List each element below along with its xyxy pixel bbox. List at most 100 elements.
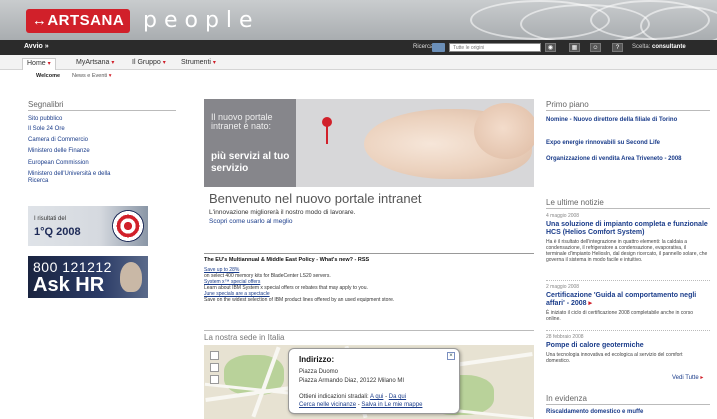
welcome-subtitle: L'innovazione migliorerà il nostro modo … xyxy=(209,209,356,216)
banner-phone: 800 121212 xyxy=(33,259,112,275)
news-body: Ha è il risultato dell'integrazione in q… xyxy=(546,239,708,263)
user-icon[interactable]: ☺ xyxy=(590,43,601,52)
news-date: 28 febbraio 2008 xyxy=(546,334,584,340)
bookmarks-title: Segnalibri xyxy=(28,100,64,109)
key-icon xyxy=(322,117,332,147)
view-all-label: Vedi Tutte xyxy=(672,375,699,381)
divider xyxy=(546,110,710,111)
grid-icon[interactable]: ▦ xyxy=(569,43,580,52)
view-all-link[interactable]: Vedi Tutte ▸ xyxy=(672,374,703,381)
tab-home[interactable]: Home ▾ xyxy=(22,58,56,70)
tab-label: Il Gruppo xyxy=(132,59,161,66)
latest-news-title: Le ultime notizie xyxy=(546,198,604,207)
top-toolbar: Avvio » Ricerca ◉ ▦ ☺ ? Scelta: consulta… xyxy=(0,40,717,55)
news-date: 4 maggio 2008 xyxy=(546,213,580,219)
hero-tagline: più servizi al tuo servizio xyxy=(211,151,290,174)
bookmark-link[interactable]: European Commission xyxy=(28,160,89,166)
chevron-down-icon: ▾ xyxy=(162,60,166,66)
divider xyxy=(546,404,710,405)
search-scope-icon[interactable] xyxy=(432,43,445,52)
hero-overlay: Il nuovo portale intranet è nato: più se… xyxy=(204,99,296,187)
news-headline[interactable]: Una soluzione di impianto completa e fun… xyxy=(546,221,710,237)
rss-feed-title[interactable]: The EU's Multiannual & Middle East Polic… xyxy=(204,257,369,263)
divider xyxy=(546,280,710,281)
artsana-logo[interactable]: ↔ARTSANA xyxy=(26,9,130,33)
save-to-maps-link[interactable]: Salva in Le mie mappe xyxy=(361,402,422,408)
theme-value: consultante xyxy=(652,44,686,50)
theme-selector[interactable]: Scelta: consultante xyxy=(632,44,686,50)
search-input[interactable] xyxy=(449,43,541,52)
bookmark-link[interactable]: Ministero dell'Università e della xyxy=(28,171,111,177)
site-header: ↔ARTSANA people xyxy=(0,0,717,40)
bookmark-link[interactable]: Camera di Commercio xyxy=(28,137,88,143)
separator: - xyxy=(385,394,388,400)
bookmark-link[interactable]: Sito pubblico xyxy=(28,116,62,122)
main-nav: Home ▾ MyArtsana ▾ Il Gruppo ▾ Strumenti… xyxy=(0,55,717,70)
ask-hr-banner[interactable]: 800 121212 Ask HR xyxy=(28,256,148,298)
baby-head-image xyxy=(474,103,534,159)
news-headline[interactable]: Pompe di calore geotermiche xyxy=(546,342,710,350)
bookmark-link[interactable]: Ministero delle Finanze xyxy=(28,148,90,154)
avvio-menu[interactable]: Avvio » xyxy=(24,43,49,50)
banner-line: I risultati del xyxy=(34,216,67,222)
sub-nav: Welcome News e Eventi ▾ xyxy=(0,71,717,83)
hero-banner[interactable]: Il nuovo portale intranet è nato: più se… xyxy=(204,99,534,187)
divider xyxy=(28,110,176,111)
chevron-down-icon: ▾ xyxy=(47,61,51,67)
search-nearby-link[interactable]: Cerca nelle vicinanze xyxy=(299,402,356,408)
tab-label: MyArtsana xyxy=(76,59,110,66)
divider xyxy=(204,253,534,254)
bookmark-link-cont[interactable]: Ricerca xyxy=(28,178,48,184)
banner-line: 1°Q 2008 xyxy=(34,226,81,238)
zoom-out-icon[interactable] xyxy=(210,375,219,384)
map-pan-icon[interactable] xyxy=(210,351,219,360)
zoom-in-icon[interactable] xyxy=(210,363,219,372)
rss-item-text: Save on the widest selection of IBM prod… xyxy=(204,297,395,303)
news-body: Una tecnologia innovativa ed ecologica a… xyxy=(546,352,683,364)
directions-to-link[interactable]: A qui xyxy=(370,394,383,400)
map-actions-row: Cerca nelle vicinanze - Salva in Le mie … xyxy=(299,402,422,408)
bookmark-link[interactable]: Il Sole 24 Ore xyxy=(28,126,65,132)
primo-piano-item[interactable]: Organizzazione di vendita Area Triveneto… xyxy=(546,155,710,163)
primo-piano-title: Primo piano xyxy=(546,100,589,109)
divider xyxy=(546,208,710,209)
chevron-down-icon: ▾ xyxy=(111,60,115,66)
in-evidenza-item[interactable]: Riscaldamento domestico e muffe xyxy=(546,408,710,416)
tab-il-gruppo[interactable]: Il Gruppo ▾ xyxy=(128,58,170,70)
tab-strumenti[interactable]: Strumenti ▾ xyxy=(177,58,220,70)
brand-word-people: people xyxy=(143,8,260,33)
popup-title: Indirizzo: xyxy=(299,355,335,364)
close-icon[interactable]: × xyxy=(447,352,455,360)
directions-row: Ottieni indicazioni stradali: A qui - Da… xyxy=(299,394,406,400)
help-icon[interactable]: ? xyxy=(612,43,623,52)
news-headline[interactable]: Certificazione 'Guida al comportamento n… xyxy=(546,292,710,308)
news-date: 2 maggio 2008 xyxy=(546,284,580,290)
welcome-title: Benvenuto nel nuovo portale intranet xyxy=(209,191,422,206)
banner-title: Ask HR xyxy=(33,274,105,296)
tab-label: Strumenti xyxy=(181,59,211,66)
subtab-label: News e Eventi xyxy=(72,73,108,79)
news-body: È iniziato il ciclo di certificazione 20… xyxy=(546,310,694,322)
primo-piano-item[interactable]: Expo energie rinnovabili su Second Life xyxy=(546,139,710,147)
welcome-link[interactable]: Scopri come usarlo al meglio xyxy=(209,218,292,225)
target-icon xyxy=(112,210,144,242)
tab-myartsana[interactable]: MyArtsana ▾ xyxy=(72,58,118,70)
chevron-down-icon: ▾ xyxy=(108,73,112,79)
directions-from-link[interactable]: Da qui xyxy=(389,394,406,400)
search-label: Ricerca xyxy=(413,44,434,50)
directions-label: Ottieni indicazioni stradali: xyxy=(299,394,369,400)
address-line: Piazza Armando Diaz, 20122 Milano MI xyxy=(299,378,405,384)
hero-line: Il nuovo portale intranet è nato: xyxy=(211,112,273,131)
search-icon[interactable]: ◉ xyxy=(545,43,556,52)
subtab-welcome[interactable]: Welcome xyxy=(36,73,60,79)
tab-label: Home xyxy=(27,60,46,67)
divider xyxy=(546,330,710,331)
news-headline-text: Certificazione 'Guida al comportamento n… xyxy=(546,292,697,307)
map-info-popup: × Indirizzo: Piazza Duomo Piazza Armando… xyxy=(288,348,460,414)
subtab-news-eventi[interactable]: News e Eventi ▾ xyxy=(72,73,111,79)
primo-piano-item[interactable]: Nomine - Nuovo direttore della filiale d… xyxy=(546,116,710,124)
quarter-results-banner[interactable]: I risultati del 1°Q 2008 xyxy=(28,206,148,246)
in-evidenza-title: In evidenza xyxy=(546,394,587,403)
theme-label: Scelta: xyxy=(632,44,651,50)
map-section-title: La nostra sede in Italia xyxy=(204,333,285,342)
